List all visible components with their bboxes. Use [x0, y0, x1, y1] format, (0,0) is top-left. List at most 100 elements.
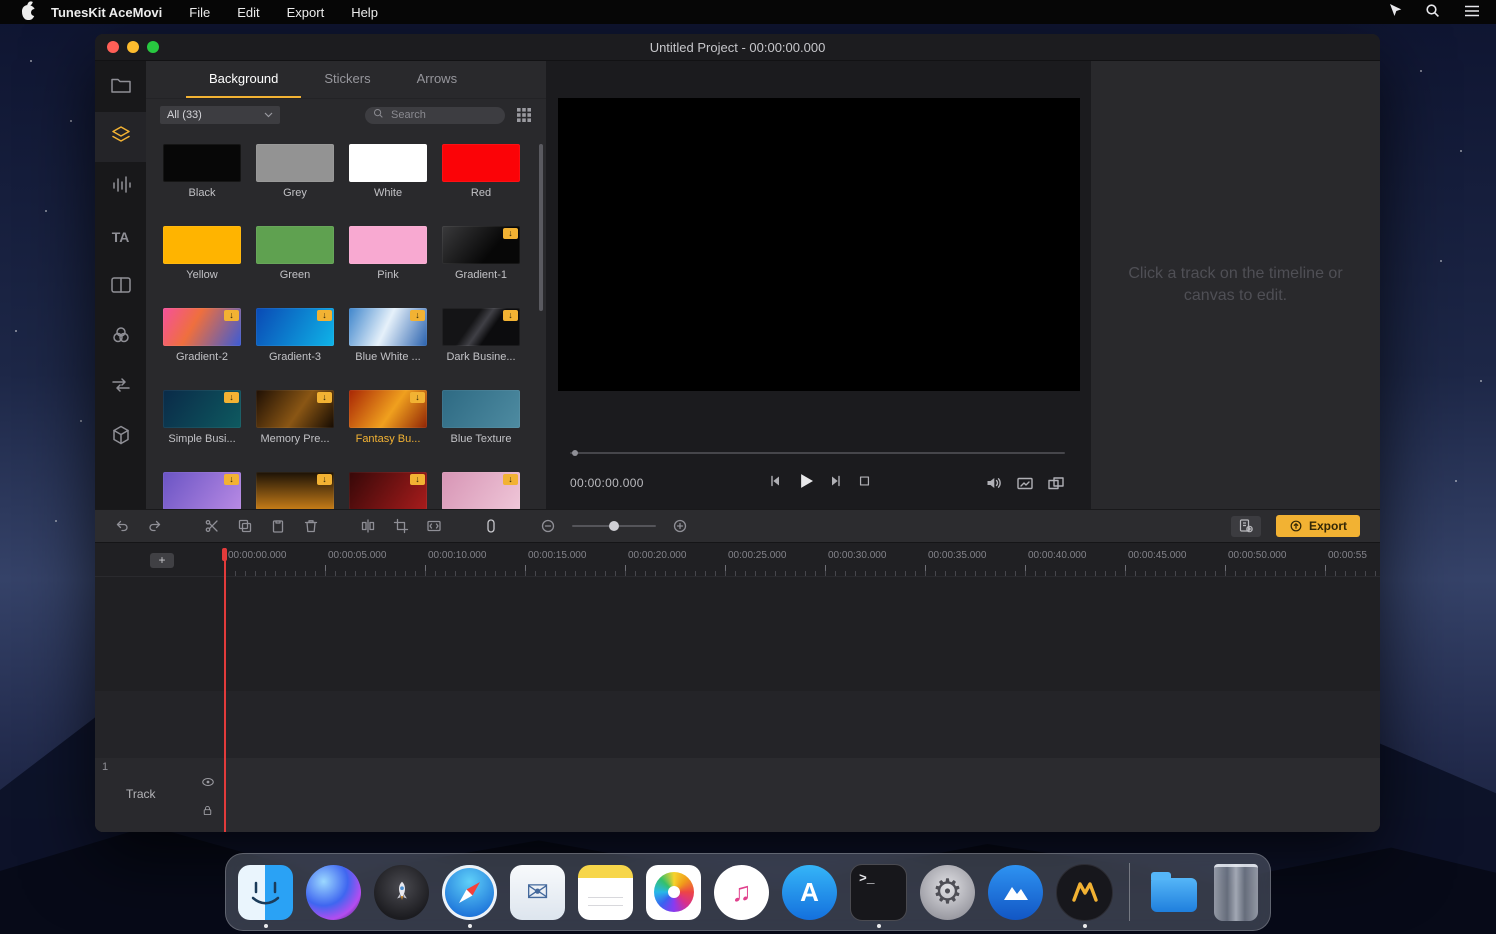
track-header[interactable]: 1 Track	[95, 758, 226, 832]
delete-button[interactable]	[302, 517, 320, 535]
menu-edit[interactable]: Edit	[237, 5, 259, 20]
dock-music-icon[interactable]: ♫	[714, 865, 769, 920]
background-item[interactable]: ↓	[256, 472, 334, 509]
background-item[interactable]: ↓Blue White ...	[349, 308, 427, 365]
background-thumbnail[interactable]	[256, 144, 334, 182]
menubar-app-name[interactable]: TunesKit AceMovi	[51, 5, 162, 20]
redo-button[interactable]	[146, 517, 164, 535]
zoom-slider-handle[interactable]	[609, 521, 619, 531]
background-item[interactable]: Yellow	[163, 226, 241, 283]
copy-button[interactable]	[236, 517, 254, 535]
sidebar-item-text[interactable]: TA	[95, 212, 146, 262]
background-item[interactable]: ↓Gradient-3	[256, 308, 334, 365]
sidebar-item-transitions[interactable]	[95, 362, 146, 412]
play-button[interactable]	[795, 471, 815, 491]
volume-icon[interactable]	[985, 475, 1003, 491]
timeline-lane[interactable]	[95, 691, 1380, 758]
background-thumbnail[interactable]	[442, 144, 520, 182]
dock-system-preferences-icon[interactable]: ⚙	[920, 865, 975, 920]
zoom-button[interactable]	[147, 41, 159, 53]
dock-mail-icon[interactable]: ✉	[510, 865, 565, 920]
pointer-tool-icon[interactable]	[1387, 3, 1402, 22]
background-item[interactable]: Red	[442, 144, 520, 201]
dock-tuneskit-acemovi-icon[interactable]	[1056, 864, 1113, 921]
background-item[interactable]: ↓Dark Busine...	[442, 308, 520, 365]
playhead[interactable]	[224, 548, 226, 832]
tab-arrows[interactable]: Arrows	[394, 61, 480, 98]
tab-background[interactable]: Background	[186, 61, 301, 98]
sidebar-item-filters[interactable]	[95, 312, 146, 362]
dock-terminal-icon[interactable]: >_	[850, 864, 907, 921]
background-thumbnail[interactable]: ↓	[442, 226, 520, 264]
sidebar-item-audio[interactable]	[95, 162, 146, 212]
minimize-button[interactable]	[127, 41, 139, 53]
title-bar[interactable]: Untitled Project - 00:00:00.000	[95, 34, 1380, 61]
background-item[interactable]: Pink	[349, 226, 427, 283]
add-track-button[interactable]: +	[150, 553, 174, 568]
background-thumbnail[interactable]: ↓	[163, 390, 241, 428]
menu-file[interactable]: File	[189, 5, 210, 20]
marker-button[interactable]	[482, 517, 500, 535]
preview-seek-bar[interactable]	[570, 452, 1065, 454]
spotlight-search-icon[interactable]	[1425, 3, 1441, 22]
dual-screen-icon[interactable]	[1047, 476, 1065, 491]
paste-button[interactable]	[269, 517, 287, 535]
background-thumbnail[interactable]: ↓	[349, 472, 427, 509]
background-item[interactable]: ↓Memory Pre...	[256, 390, 334, 447]
dock-downloads-folder-icon[interactable]	[1146, 865, 1201, 920]
cut-button[interactable]	[203, 517, 221, 535]
undo-button[interactable]	[113, 517, 131, 535]
background-item[interactable]: Black	[163, 144, 241, 201]
tab-stickers[interactable]: Stickers	[301, 61, 393, 98]
background-thumbnail[interactable]	[349, 226, 427, 264]
dock-notes-icon[interactable]	[578, 865, 633, 920]
background-item[interactable]: ↓	[349, 472, 427, 509]
zoom-out-button[interactable]	[539, 517, 557, 535]
grid-view-icon[interactable]	[516, 107, 532, 123]
background-thumbnail[interactable]: ↓	[349, 308, 427, 346]
background-item[interactable]: Blue Texture	[442, 390, 520, 447]
media-scrollbar[interactable]	[539, 144, 543, 311]
close-button[interactable]	[107, 41, 119, 53]
sidebar-item-elements[interactable]	[95, 112, 146, 162]
background-item[interactable]: White	[349, 144, 427, 201]
seek-handle[interactable]	[572, 450, 578, 456]
dock-photos-icon[interactable]	[646, 865, 701, 920]
track-lock-icon[interactable]	[201, 804, 214, 817]
sidebar-item-split-screen[interactable]	[95, 262, 146, 312]
sidebar-item-media[interactable]	[95, 62, 146, 112]
canvas-size-icon[interactable]	[1016, 476, 1034, 491]
notification-center-icon[interactable]	[1464, 5, 1480, 20]
timeline-ruler[interactable]: + 00:00:00.00000:00:05.00000:00:10.00000…	[95, 543, 1380, 577]
timeline-body[interactable]: 1 Track	[95, 576, 1380, 832]
dock-trash-icon[interactable]	[1214, 864, 1258, 921]
step-backward-button[interactable]	[766, 473, 782, 489]
export-button[interactable]: Export	[1276, 515, 1360, 537]
zoom-in-button[interactable]	[671, 517, 689, 535]
apple-menu-icon[interactable]	[22, 5, 35, 20]
background-thumbnail[interactable]	[163, 144, 241, 182]
category-dropdown[interactable]: All (33)	[160, 106, 280, 124]
stop-button[interactable]	[857, 474, 871, 488]
background-item[interactable]: Grey	[256, 144, 334, 201]
background-thumbnail[interactable]	[256, 226, 334, 264]
dock-siri-icon[interactable]	[306, 865, 361, 920]
timeline-track-lane[interactable]: 1 Track	[95, 758, 1380, 832]
background-item[interactable]: ↓	[442, 472, 520, 509]
export-settings-button[interactable]	[1231, 516, 1261, 537]
background-item-selected[interactable]: ↓Fantasy Bu...	[349, 390, 427, 447]
track-visibility-eye-icon[interactable]	[201, 776, 215, 788]
background-thumbnail[interactable]: ↓	[256, 390, 334, 428]
dock-finder-icon[interactable]	[238, 865, 293, 920]
crop-button[interactable]	[392, 517, 410, 535]
fit-timeline-button[interactable]	[425, 517, 443, 535]
dock-launchpad-icon[interactable]	[374, 865, 429, 920]
dock-safari-icon[interactable]	[442, 865, 497, 920]
search-box[interactable]	[365, 107, 505, 124]
menu-export[interactable]: Export	[287, 5, 325, 20]
background-item[interactable]: ↓Gradient-2	[163, 308, 241, 365]
menu-help[interactable]: Help	[351, 5, 378, 20]
background-thumbnail[interactable]	[442, 390, 520, 428]
background-thumbnail[interactable]	[163, 226, 241, 264]
background-item[interactable]: Green	[256, 226, 334, 283]
